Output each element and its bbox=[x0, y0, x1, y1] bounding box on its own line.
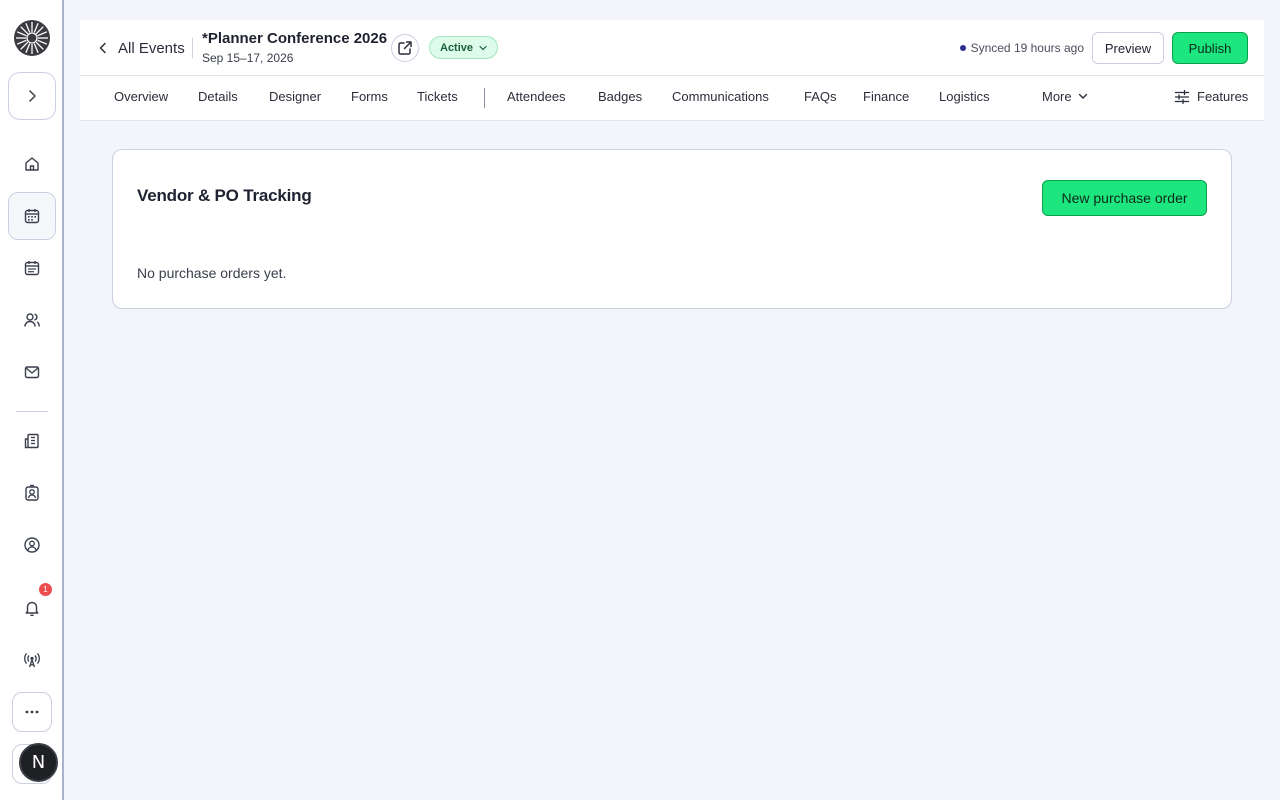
new-purchase-order-button[interactable]: New purchase order bbox=[1042, 180, 1207, 216]
sync-dot-icon bbox=[959, 45, 966, 51]
calendar-icon bbox=[24, 209, 40, 224]
vendor-po-card: Vendor & PO Tracking New purchase order … bbox=[112, 149, 1232, 309]
logo-mark bbox=[14, 20, 50, 56]
sidebar-more-button[interactable] bbox=[12, 692, 52, 732]
sidebar-item-venues[interactable] bbox=[16, 425, 48, 457]
contact-badge-icon bbox=[25, 484, 39, 501]
mail-icon bbox=[24, 366, 40, 379]
empty-state-text: No purchase orders yet. bbox=[137, 265, 287, 281]
ellipsis-icon bbox=[25, 710, 39, 714]
event-tabs: Overview Details Designer Forms Tickets … bbox=[80, 76, 1264, 121]
sidebar-expand-button[interactable] bbox=[8, 72, 56, 120]
app-logo[interactable] bbox=[13, 19, 51, 57]
tab-more-dropdown[interactable]: More bbox=[1042, 89, 1088, 104]
people-icon bbox=[24, 313, 40, 327]
sidebar-item-people[interactable] bbox=[16, 304, 48, 336]
back-link-label: All Events bbox=[118, 39, 185, 57]
open-event-site-button[interactable] bbox=[391, 34, 419, 62]
sidebar-item-contacts[interactable] bbox=[16, 477, 48, 509]
building-icon bbox=[24, 433, 39, 449]
card-title: Vendor & PO Tracking bbox=[137, 186, 312, 205]
notification-badge: 1 bbox=[39, 583, 52, 596]
back-to-all-events-link[interactable]: All Events bbox=[98, 36, 185, 60]
sidebar: 1 N bbox=[0, 0, 64, 800]
tab-faqs[interactable]: FAQs bbox=[804, 89, 837, 104]
tab-details[interactable]: Details bbox=[198, 89, 238, 104]
sidebar-item-events[interactable] bbox=[8, 192, 56, 240]
sliders-icon bbox=[1174, 89, 1190, 104]
bell-icon bbox=[25, 601, 39, 617]
sidebar-item-schedule[interactable] bbox=[16, 252, 48, 284]
sidebar-item-broadcast[interactable] bbox=[16, 644, 48, 676]
sidebar-item-home[interactable] bbox=[16, 148, 48, 180]
publish-button[interactable]: Publish bbox=[1172, 32, 1248, 64]
tab-communications[interactable]: Communications bbox=[672, 89, 769, 104]
tab-logistics[interactable]: Logistics bbox=[939, 89, 990, 104]
chevron-left-icon bbox=[99, 42, 106, 54]
more-label: More bbox=[1042, 89, 1072, 104]
features-label: Features bbox=[1197, 89, 1249, 104]
avatar: N bbox=[19, 743, 58, 782]
preview-button[interactable]: Preview bbox=[1092, 32, 1164, 64]
chevron-right-icon bbox=[29, 90, 36, 102]
tab-badges[interactable]: Badges bbox=[598, 89, 642, 104]
sidebar-divider bbox=[16, 411, 48, 412]
features-button[interactable]: Features bbox=[1174, 89, 1248, 104]
calendar-list-icon bbox=[24, 261, 40, 276]
tab-divider bbox=[484, 88, 485, 108]
status-label: Active bbox=[440, 41, 474, 54]
sidebar-item-notifications[interactable]: 1 bbox=[16, 583, 52, 624]
event-title: *Planner Conference 2026 bbox=[202, 30, 388, 47]
sidebar-item-account[interactable] bbox=[16, 529, 48, 561]
chevron-down-icon bbox=[1078, 93, 1087, 99]
tab-attendees[interactable]: Attendees bbox=[507, 89, 566, 104]
home-icon bbox=[25, 157, 39, 171]
tab-overview[interactable]: Overview bbox=[114, 89, 168, 104]
tab-designer[interactable]: Designer bbox=[269, 89, 321, 104]
user-circle-icon bbox=[24, 537, 40, 553]
header-divider bbox=[192, 38, 193, 58]
tab-finance[interactable]: Finance bbox=[863, 89, 909, 104]
event-status-dropdown[interactable]: Active bbox=[429, 36, 499, 59]
user-menu[interactable]: N bbox=[12, 743, 58, 784]
sidebar-item-messages[interactable] bbox=[16, 356, 48, 388]
tab-tickets[interactable]: Tickets bbox=[417, 89, 458, 104]
sync-status: Synced 19 hours ago bbox=[959, 41, 1084, 55]
chevron-down-icon bbox=[479, 45, 487, 50]
tab-forms[interactable]: Forms bbox=[351, 89, 388, 104]
sync-text: Synced 19 hours ago bbox=[970, 41, 1084, 55]
external-link-icon bbox=[398, 41, 412, 55]
event-dates: Sep 15–17, 2026 bbox=[202, 51, 294, 65]
broadcast-icon bbox=[24, 653, 40, 668]
event-header: All Events *Planner Conference 2026 Sep … bbox=[80, 20, 1264, 76]
